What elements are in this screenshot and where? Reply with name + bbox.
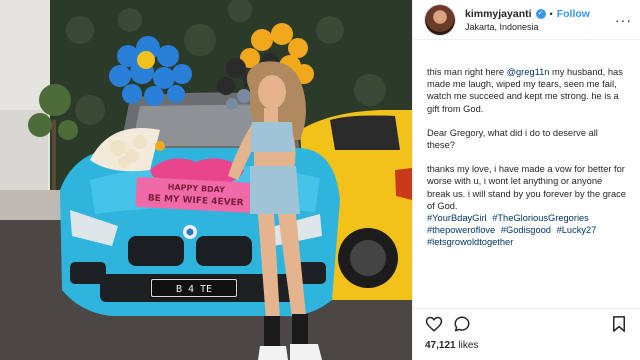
heart-icon[interactable]	[425, 315, 443, 333]
post-header: kimmyjayanti ✓ • Follow Jakarta, Indones…	[413, 0, 640, 40]
hashtag-list: #YourBdayGirl #TheGloriousGregories #the…	[427, 212, 628, 249]
bookmark-icon[interactable]	[610, 315, 628, 333]
likes-number: 47,121	[425, 340, 456, 351]
post-image: B 4 TE HAPPY BDAY BE MY WIFE 4EVER	[0, 0, 412, 360]
hashtag-link[interactable]: #YourBdayGirl	[427, 213, 487, 223]
mention-link[interactable]: @greg11n	[507, 67, 550, 77]
hashtag-link[interactable]: #Lucky27	[557, 225, 597, 235]
avatar[interactable]	[425, 4, 455, 35]
user-block: kimmyjayanti ✓ • Follow Jakarta, Indones…	[465, 8, 590, 32]
hashtag-link[interactable]: #Godisgood	[501, 225, 551, 235]
location-link[interactable]: Jakarta, Indonesia	[465, 22, 590, 32]
caption-paragraph-3: thanks my love, i have made a vow for be…	[427, 164, 626, 211]
caption-text: this man right here	[427, 67, 507, 77]
caption-paragraph-2: Dear Gregory, what did i do to deserve a…	[427, 127, 598, 151]
hashtag-link[interactable]: #thepoweroflove	[427, 225, 495, 235]
user-line: kimmyjayanti ✓ • Follow	[465, 8, 590, 20]
caption-paragraph-1: this man right here @greg11n my husband,…	[427, 66, 628, 115]
post-photo[interactable]: B 4 TE HAPPY BDAY BE MY WIFE 4EVER	[0, 0, 412, 360]
more-options-icon[interactable]: ···	[615, 12, 632, 28]
separator-dot: •	[549, 8, 553, 19]
action-bar	[413, 308, 640, 338]
likes-label: likes	[455, 340, 479, 351]
verified-badge-icon: ✓	[535, 8, 546, 19]
post-panel: kimmyjayanti ✓ • Follow Jakarta, Indones…	[412, 0, 640, 360]
hashtag-link[interactable]: #letsgrowoldtogether	[427, 237, 513, 247]
comment-icon[interactable]	[453, 315, 471, 333]
license-plate: B 4 TE	[176, 284, 212, 295]
likes-count[interactable]: 47,121 likes	[425, 340, 478, 351]
hashtag-link[interactable]: #TheGloriousGregories	[492, 213, 589, 223]
follow-button[interactable]: Follow	[557, 8, 590, 20]
post-caption: this man right here @greg11n my husband,…	[413, 40, 640, 310]
username-link[interactable]: kimmyjayanti	[465, 8, 532, 20]
